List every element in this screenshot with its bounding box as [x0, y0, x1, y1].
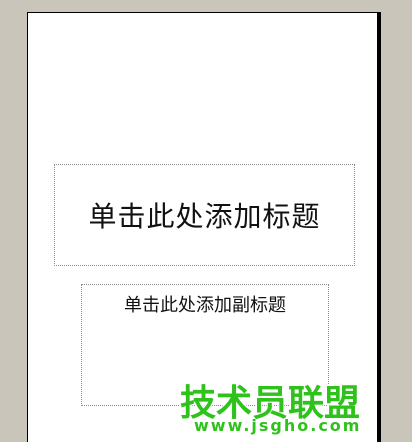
title-placeholder-text: 单击此处添加标题 [88, 200, 321, 233]
subtitle-placeholder-text: 单击此处添加副标题 [124, 295, 286, 316]
watermark-url: www.jsgho.com [194, 416, 362, 435]
title-placeholder[interactable]: 单击此处添加标题 [54, 164, 355, 266]
watermark-logo: 技术员联盟 www.jsgho.com [180, 374, 370, 440]
